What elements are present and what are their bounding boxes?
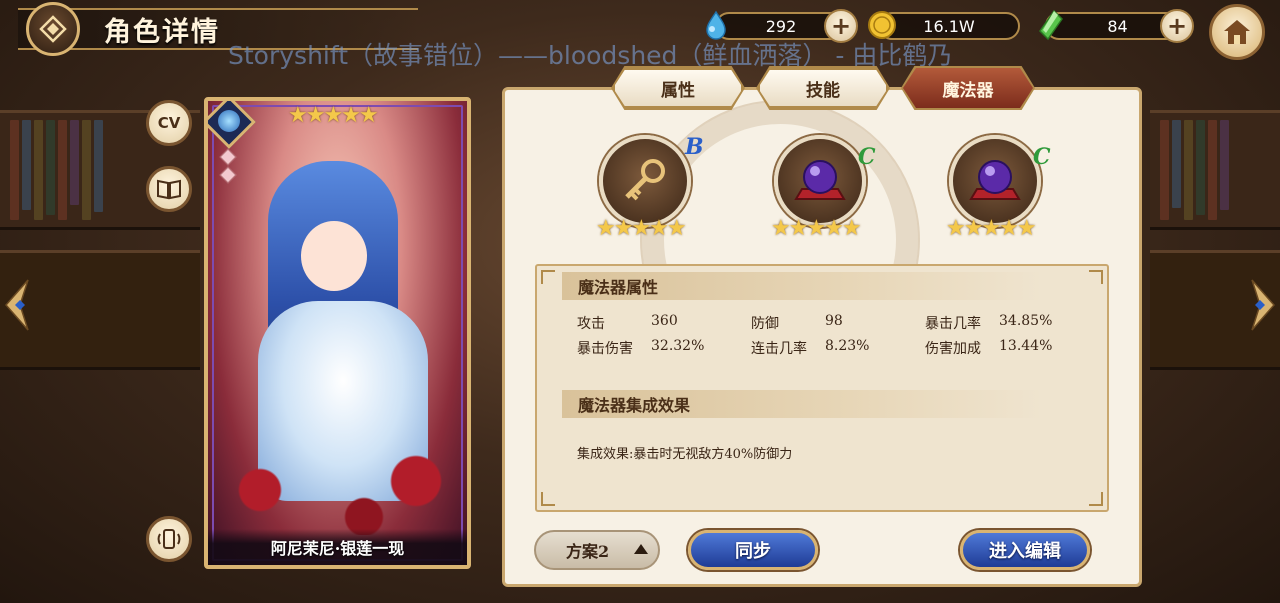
corner-ornament [1089,270,1103,284]
card-inner-frame [212,105,463,561]
artifact-info-box [535,264,1109,512]
gold-counter: 16.1W [878,12,1020,40]
previous-character-arrow-icon[interactable] [2,278,32,332]
artifact-slot-2[interactable] [774,135,866,227]
card-star-rating: ★★★★★ [288,103,379,128]
stat-label: 伤害加成 [925,341,981,357]
gold-coin-icon [868,11,896,39]
book-icon [157,179,181,200]
artifact-1-grade: B [685,134,704,160]
next-character-arrow-icon[interactable] [1248,278,1278,332]
artifact-stats-heading: 魔法器属性 [562,272,1042,300]
page-title: 角色详情 [104,17,220,48]
home-button[interactable] [1209,4,1265,60]
caret-up-icon [634,544,648,554]
card-name-plate: 阿尼茉尼·银莲一现 [208,529,467,565]
water-drop-value: 292 [765,16,797,36]
diamond-back-icon [39,15,67,43]
sync-button[interactable]: 同步 [688,530,818,570]
tab-artifacts[interactable]: 魔法器 [903,68,1033,108]
add-water-button[interactable]: + [824,9,858,43]
character-name: 阿尼茉尼·银莲一现 [270,539,405,558]
green-crystal-icon [1039,9,1063,41]
artifact-slot-1[interactable] [599,135,691,227]
artifact-3-stars: ★★★★★ [946,216,1037,241]
water-element-icon [218,110,240,132]
stat-label: 暴击几率 [925,316,981,332]
top-bar: 角色详情 292 + 16.1W 84 + [0,0,1280,60]
green-gem-value: 84 [1107,16,1128,36]
artifact-slot-3[interactable] [949,135,1041,227]
back-button[interactable] [26,2,80,56]
enter-edit-button[interactable]: 进入编辑 [960,530,1090,570]
profile-book-button[interactable] [146,166,192,212]
corner-ornament [1089,492,1103,506]
cv-button[interactable]: CV [146,100,192,146]
artifact-set-heading: 魔法器集成效果 [562,390,1042,418]
switch-icon [157,529,181,549]
add-gem-button[interactable]: + [1160,9,1194,43]
scheme-selector[interactable]: 方案2 [534,530,660,570]
switch-art-button[interactable] [146,516,192,562]
purple-orb-icon [794,160,846,200]
artifact-2-stars: ★★★★★ [771,216,862,241]
gold-value: 16.1W [923,16,975,36]
corner-ornament [541,270,555,284]
stat-value: 13.44% [999,338,1053,354]
stat-value: 98 [825,313,843,329]
tab-attributes[interactable]: 属性 [613,68,743,108]
artifact-1-stars: ★★★★★ [596,216,687,241]
stat-label: 连击几率 [751,341,807,357]
stat-label: 暴击伤害 [577,341,633,357]
scheme-label: 方案2 [566,542,610,561]
stat-value: 360 [651,313,678,329]
artifact-2-grade: C [858,144,876,170]
artifact-set-effect: 集成效果:暴击时无视敌方40%防御力 [577,447,793,462]
stat-value: 32.32% [651,338,705,354]
golden-key-icon [625,159,665,201]
corner-ornament [541,492,555,506]
home-icon [1224,20,1250,44]
stat-value: 34.85% [999,313,1053,329]
stat-label: 攻击 [577,316,605,332]
artifact-3-grade: C [1033,144,1051,170]
water-drop-icon [706,10,726,40]
purple-orb-icon [969,160,1021,200]
tab-skills[interactable]: 技能 [758,68,888,108]
character-card[interactable]: ★★★★★ 阿尼茉尼·银莲一现 [204,97,471,569]
stat-value: 8.23% [825,338,870,354]
stat-label: 防御 [751,316,779,332]
